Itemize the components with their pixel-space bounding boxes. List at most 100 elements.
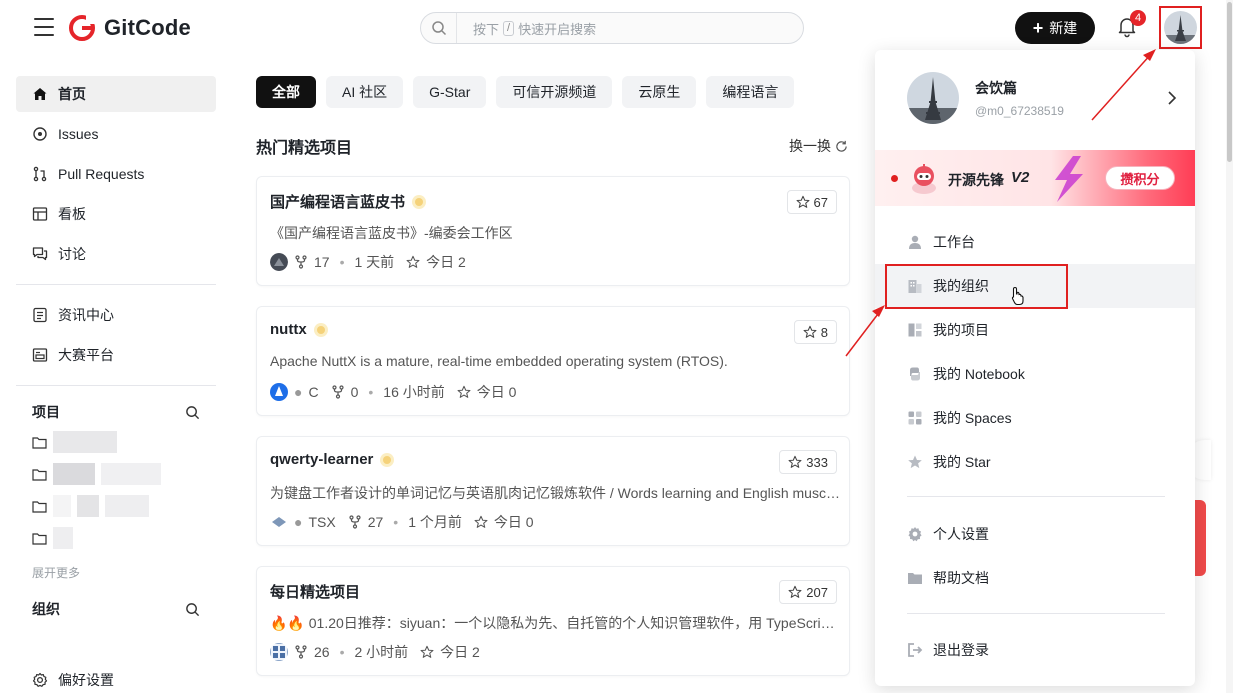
project-description: 《国产编程语言蓝皮书》-编委会工作区 (270, 225, 513, 241)
project-list-item[interactable] (16, 426, 216, 458)
preferences-link[interactable]: 偏好设置 (16, 670, 114, 690)
project-title[interactable]: qwerty-learner (270, 451, 395, 468)
redacted-project-name (53, 463, 95, 485)
project-meta: 26 • 2 小时前 今日 2 (270, 642, 480, 662)
tab-ai-community[interactable]: AI 社区 (326, 76, 404, 108)
project-list-item[interactable] (16, 522, 216, 554)
sidebar: 首页 Issues Pull Requests 看板 讨论 资讯中心 大赛平台 … (16, 76, 216, 623)
avatar (1164, 11, 1197, 44)
star-icon (788, 455, 802, 468)
search-input[interactable]: 按下 / 快速开启搜索 (420, 12, 804, 44)
project-card[interactable]: 国产编程语言蓝皮书 67 《国产编程语言蓝皮书》-编委会工作区 17 • 1 天… (256, 176, 850, 286)
recommended-badge-icon (380, 452, 395, 467)
star-icon (796, 195, 810, 208)
tab-trusted-open-source[interactable]: 可信开源频道 (496, 76, 613, 108)
fork-icon (295, 645, 307, 659)
owner-avatar (272, 517, 286, 527)
issue-icon (33, 127, 47, 141)
star-icon (406, 255, 420, 268)
star-button[interactable]: 207 (779, 580, 837, 604)
project-card[interactable]: nuttx 8 Apache NuttX is a mature, real-t… (256, 306, 850, 416)
show-more-link[interactable]: 展开更多 (16, 564, 216, 581)
project-title[interactable]: 国产编程语言蓝皮书 (270, 191, 427, 212)
spaces-icon (908, 411, 922, 425)
recommended-badge-icon (313, 322, 328, 337)
new-button[interactable]: + 新建 (1015, 12, 1095, 44)
user-avatar-button[interactable] (1159, 6, 1202, 49)
project-title[interactable]: nuttx (270, 321, 329, 338)
menu-item-logout[interactable]: 退出登录 (875, 628, 1195, 672)
folder-icon (908, 573, 922, 584)
redacted-project-name (53, 495, 71, 517)
star-button[interactable]: 67 (786, 190, 837, 214)
sidebar-item-contest[interactable]: 大赛平台 (16, 337, 216, 373)
search-icon[interactable] (185, 602, 200, 617)
menu-item-my-projects[interactable]: 我的项目 (875, 308, 1195, 352)
star-icon (474, 515, 488, 528)
owner-avatar (270, 253, 288, 271)
section-title: 热门精选项目 (256, 140, 353, 157)
scrollbar[interactable] (1226, 0, 1233, 693)
user-dropdown-menu: 会饮篇 @m0_67238519 开源先锋 V2 攒积分 工作台 我的组织 我的… (875, 50, 1195, 686)
menu-item-settings[interactable]: 个人设置 (875, 512, 1195, 556)
chevron-right-icon[interactable] (1167, 90, 1177, 106)
project-card[interactable]: 每日精选项目 207 🔥🔥 01.20日推荐：siyuan：一个以隐私为先、自托… (256, 566, 850, 676)
orgs-section-header: 组织 (16, 595, 216, 623)
project-meta: 17 • 1 天前 今日 2 (270, 252, 466, 272)
logout-icon (908, 643, 923, 657)
dropdown-user-info[interactable]: 会饮篇 @m0_67238519 (907, 72, 1064, 124)
settings-icon (908, 527, 922, 542)
user-icon (909, 235, 921, 249)
menu-item-my-spaces[interactable]: 我的 Spaces (875, 396, 1195, 440)
notebook-icon (910, 367, 920, 381)
project-description: 🔥🔥 01.20日推荐：siyuan：一个以隐私为先、自托管的个人知识管理软件，… (270, 615, 840, 631)
tab-g-star[interactable]: G-Star (413, 76, 487, 108)
points-banner[interactable]: 开源先锋 V2 攒积分 (875, 150, 1195, 206)
project-card[interactable]: qwerty-learner 333 为键盘工作者设计的单词记忆与英语肌肉记忆锻… (256, 436, 850, 546)
logo[interactable]: GitCode (68, 14, 191, 42)
star-icon (803, 325, 817, 338)
banner-dot (891, 175, 898, 182)
sidebar-item-issues[interactable]: Issues (16, 116, 216, 152)
shuffle-button[interactable]: 换一换 (789, 136, 848, 156)
folder-icon (32, 436, 47, 449)
level-badge: V2 (1011, 169, 1030, 186)
star-icon (908, 455, 922, 469)
tab-cloud-native[interactable]: 云原生 (622, 76, 697, 108)
menu-divider (907, 496, 1165, 497)
sidebar-item-pull-requests[interactable]: Pull Requests (16, 156, 216, 192)
menu-item-my-notebook[interactable]: 我的 Notebook (875, 352, 1195, 396)
project-title[interactable]: 每日精选项目 (270, 581, 360, 602)
star-button[interactable]: 333 (779, 450, 837, 474)
redacted-project-name (101, 463, 161, 485)
menu-icon[interactable] (34, 18, 54, 36)
sidebar-divider (16, 385, 216, 386)
search-icon[interactable] (185, 405, 200, 420)
fork-icon (295, 255, 307, 269)
project-meta: ● C 0 • 16 小时前 今日 0 (270, 382, 516, 402)
gitcode-logo-icon (69, 14, 96, 41)
menu-item-workbench[interactable]: 工作台 (875, 220, 1195, 264)
project-list-item[interactable] (16, 490, 216, 522)
sidebar-item-board[interactable]: 看板 (16, 196, 216, 232)
star-button[interactable]: 8 (793, 320, 837, 344)
banner-title: 开源先锋 (948, 172, 1004, 188)
highlight-box (885, 264, 1068, 309)
sidebar-item-news[interactable]: 资讯中心 (16, 297, 216, 333)
menu-item-my-star[interactable]: 我的 Star (875, 440, 1195, 484)
sidebar-item-home[interactable]: 首页 (16, 76, 216, 112)
project-list-item[interactable] (16, 458, 216, 490)
folder-icon (32, 468, 47, 481)
search-placeholder: 按下 / 快速开启搜索 (473, 20, 597, 37)
project-language: C (308, 384, 319, 400)
scrollbar-thumb[interactable] (1227, 2, 1232, 162)
notification-badge: 4 (1130, 10, 1146, 26)
menu-item-help-docs[interactable]: 帮助文档 (875, 556, 1195, 600)
tab-all[interactable]: 全部 (256, 76, 316, 108)
sidebar-item-discussion[interactable]: 讨论 (16, 236, 216, 272)
robot-mascot-icon (912, 164, 936, 194)
fork-icon (349, 515, 361, 529)
earn-points-button[interactable]: 攒积分 (1105, 166, 1175, 190)
tab-programming-languages[interactable]: 编程语言 (706, 76, 795, 108)
pull-request-icon (33, 166, 47, 182)
